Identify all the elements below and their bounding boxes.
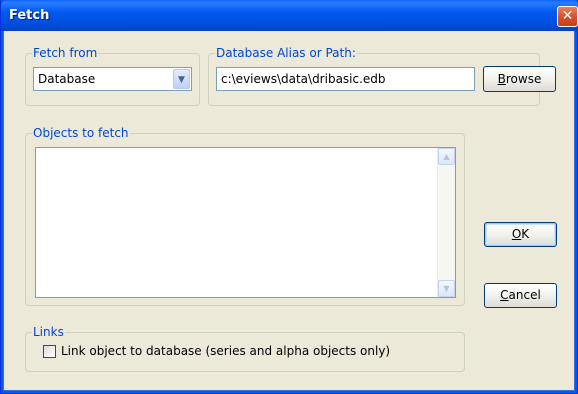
chevron-down-icon: ▼ (443, 284, 450, 293)
fetch-from-legend: Fetch from (32, 46, 99, 60)
ok-button[interactable]: OK (484, 222, 557, 247)
window-title: Fetch (9, 8, 50, 23)
scroll-up-button[interactable]: ▲ (438, 148, 455, 165)
chevron-down-icon[interactable]: ▼ (173, 69, 190, 89)
ok-label: OK (511, 227, 530, 241)
objects-scrollbar[interactable]: ▲ ▼ (437, 148, 455, 297)
title-bar[interactable]: Fetch ✕ (1, 0, 578, 31)
fetch-from-group: Fetch from Database ▼ (25, 46, 200, 106)
database-path-input[interactable] (216, 67, 475, 91)
browse-button[interactable]: Browse (483, 66, 556, 92)
objects-to-fetch-group: Objects to fetch ▲ ▼ (25, 126, 465, 306)
objects-to-fetch-legend: Objects to fetch (32, 126, 130, 140)
scroll-down-button[interactable]: ▼ (438, 280, 455, 297)
links-group: Links Link object to database (series an… (25, 325, 465, 372)
link-object-label[interactable]: Link object to database (series and alph… (61, 344, 390, 358)
close-button[interactable]: ✕ (557, 6, 578, 27)
fetch-from-selected-value: Database (38, 72, 96, 86)
link-object-checkbox[interactable] (43, 345, 56, 358)
chevron-up-icon: ▲ (443, 152, 450, 161)
cancel-button[interactable]: Cancel (484, 283, 557, 308)
browse-label: Browse (497, 72, 542, 86)
fetch-dialog: Fetch ✕ Fetch from Database ▼ Database A… (0, 0, 578, 394)
close-icon: ✕ (561, 8, 574, 24)
links-legend: Links (32, 325, 65, 339)
cancel-label: Cancel (500, 288, 541, 302)
fetch-from-select[interactable]: Database ▼ (33, 67, 192, 91)
database-alias-group: Database Alias or Path: Browse (208, 46, 556, 106)
database-alias-legend: Database Alias or Path: (215, 46, 357, 60)
objects-to-fetch-list[interactable]: ▲ ▼ (35, 147, 456, 298)
